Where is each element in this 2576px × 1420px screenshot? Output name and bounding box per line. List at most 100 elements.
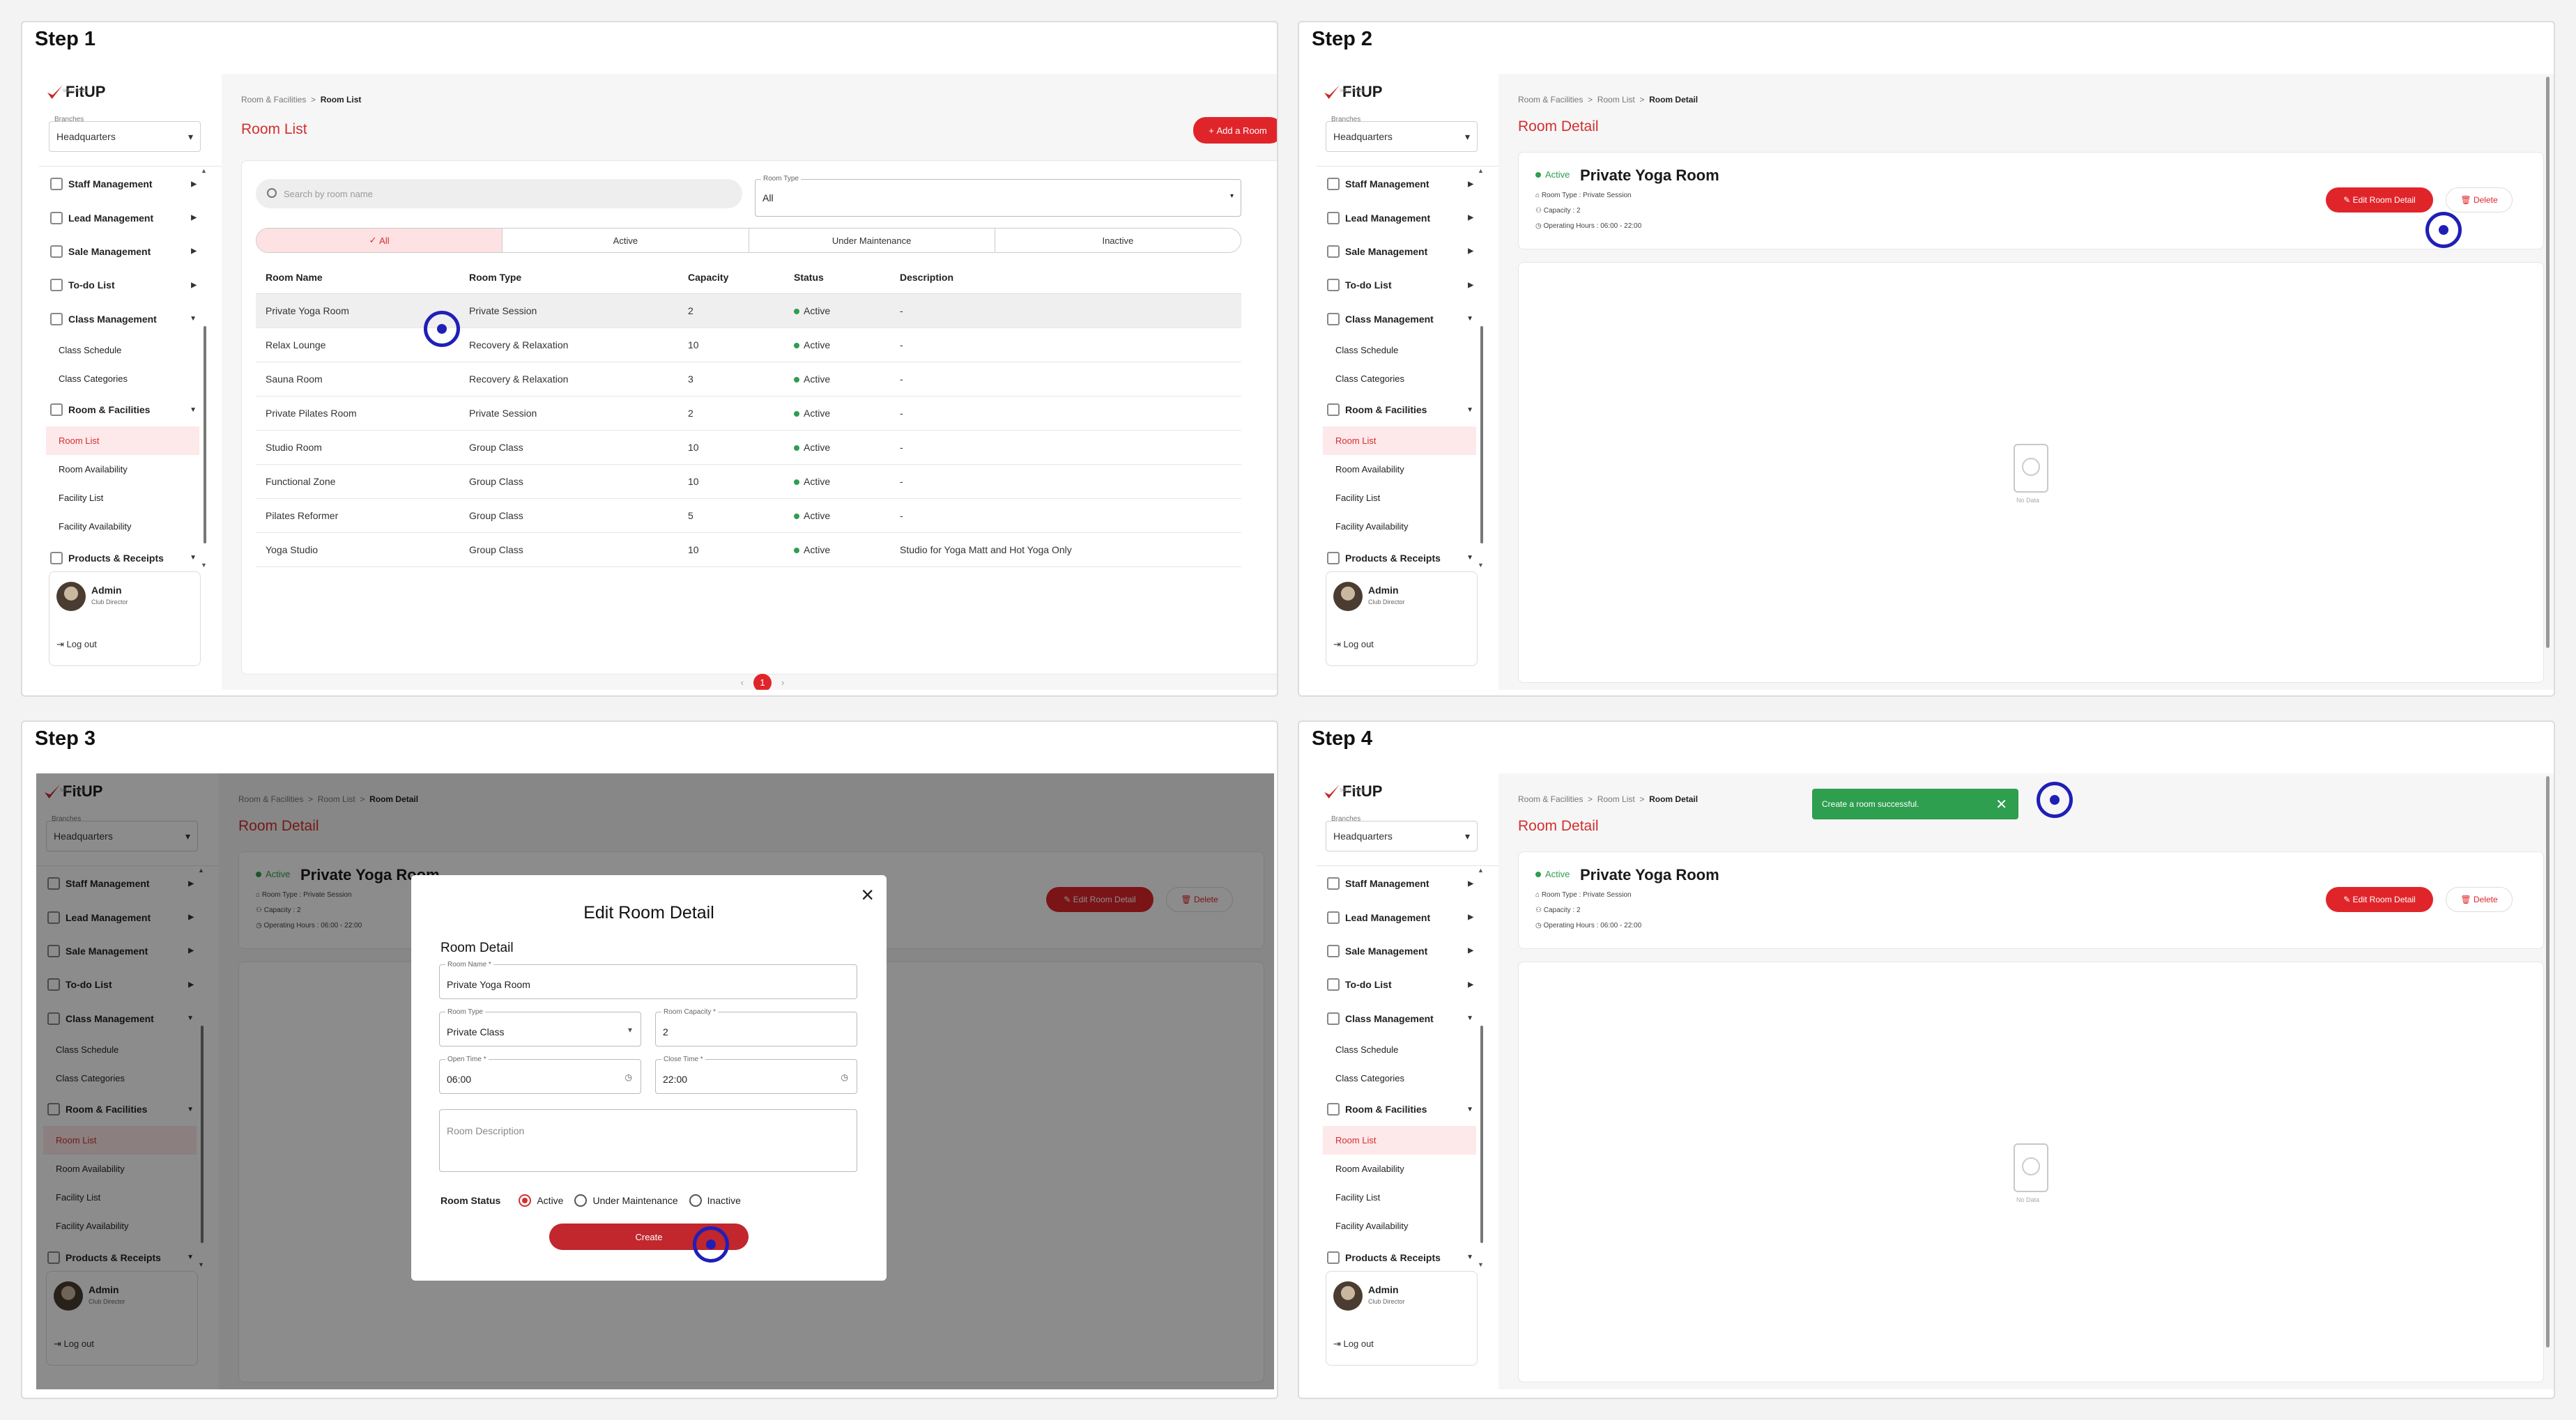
table-row[interactable]: Sauna Room Recovery & Relaxation 3 Active - (256, 362, 1241, 396)
delete-button[interactable]: 🗑 Delete (2446, 887, 2513, 912)
nav-facility-availability[interactable]: Facility Availability (39, 512, 206, 541)
branch-select[interactable]: Headquarters ▾ (1326, 821, 1478, 851)
logout-button[interactable]: ⇥ Log out (56, 639, 97, 650)
nav-products-receipts[interactable]: Products & Receipts ▼ (1316, 541, 1483, 574)
status-active-radio[interactable] (519, 1194, 532, 1207)
nav-todo-list[interactable]: To-do List ▶ (39, 268, 206, 302)
table-cell: Private Session (459, 396, 678, 431)
open-time-field[interactable]: Open Time * 06:00 ◷ (439, 1056, 641, 1094)
nav-sale-management[interactable]: Sale Management ▶ (1316, 934, 1483, 968)
caret-right-icon: ▶ (1468, 947, 1473, 955)
room-description-field[interactable]: Room Description (439, 1109, 857, 1172)
nav-class-schedule[interactable]: Class Schedule (1316, 336, 1483, 364)
nav-lead-management[interactable]: Lead Management ▶ (39, 201, 206, 234)
nav-todo-list[interactable]: To-do List ▶ (1316, 968, 1483, 1001)
nav-staff-management[interactable]: Staff Management ▶ (1316, 167, 1483, 201)
branch-select[interactable]: Headquarters ▾ (49, 121, 201, 152)
main-scrollbar[interactable] (2546, 77, 2550, 648)
nav-products-receipts[interactable]: Products & Receipts ▼ (39, 541, 206, 574)
nav-room-list[interactable]: Room List (1323, 426, 1476, 456)
nav-class-management[interactable]: Class Management ▼ (39, 302, 206, 336)
table-row[interactable]: Studio Room Group Class 10 Active - (256, 430, 1241, 465)
nav-facility-list[interactable]: Facility List (1316, 484, 1483, 512)
status-maintenance-radio[interactable] (574, 1194, 588, 1207)
table-row[interactable]: Private Yoga Room Private Session 2 Active - (256, 293, 1241, 328)
room-name-field[interactable]: Room Name * Private Yoga Room (439, 961, 857, 999)
nav-class-schedule[interactable]: Class Schedule (39, 336, 206, 364)
nav-class-categories[interactable]: Class Categories (1316, 364, 1483, 393)
profile-role: Club Director (1368, 1298, 1405, 1305)
nav-room-availability[interactable]: Room Availability (1316, 455, 1483, 484)
nav-room-list[interactable]: Room List (1323, 1126, 1476, 1155)
close-time-field[interactable]: Close Time * 22:00 ◷ (655, 1056, 857, 1094)
close-icon[interactable]: × (861, 882, 874, 908)
sidebar-scrollbar[interactable] (1480, 1026, 1483, 1243)
page-number[interactable]: 1 (753, 674, 772, 690)
profile-role: Club Director (1368, 599, 1405, 605)
sidebar-scrollbar[interactable] (204, 326, 206, 543)
table-row[interactable]: Relax Lounge Recovery & Relaxation 10 Activ… (256, 327, 1241, 362)
add-room-button[interactable]: + Add a Room (1193, 117, 1277, 144)
nav-room-availability[interactable]: Room Availability (39, 455, 206, 484)
logout-button[interactable]: ⇥ Log out (1333, 639, 1374, 650)
nav-room-availability[interactable]: Room Availability (1316, 1155, 1483, 1183)
scroll-down-icon[interactable]: ▼ (1478, 1261, 1484, 1268)
nav-sale-management[interactable]: Sale Management ▶ (1316, 235, 1483, 268)
scroll-up-icon[interactable]: ▲ (1478, 867, 1484, 874)
room-type-select[interactable]: Room Type All ▾ (755, 175, 1241, 217)
nav-room-facilities[interactable]: Room & Facilities ▼ (1316, 393, 1483, 426)
room-icon (1327, 403, 1340, 417)
table-row[interactable]: Private Pilates Room Private Session 2 Acti… (256, 396, 1241, 431)
screenshot: FitUP SOLUTIONS Branches Headquarters ▾ S… (39, 74, 1277, 690)
tab-active[interactable]: Active (503, 229, 749, 252)
nav-lead-management[interactable]: Lead Management ▶ (1316, 900, 1483, 934)
tab-all[interactable]: ✓ All (256, 229, 503, 252)
logout-button[interactable]: ⇥ Log out (1333, 1338, 1374, 1350)
search-input[interactable]: Search by room name (256, 179, 742, 208)
tab-under-maintenance[interactable]: Under Maintenance (749, 229, 995, 252)
scroll-up-icon[interactable]: ▲ (201, 167, 207, 174)
nav-room-facilities[interactable]: Room & Facilities ▼ (39, 393, 206, 426)
nav-lead-management[interactable]: Lead Management ▶ (1316, 201, 1483, 234)
branch-select[interactable]: Headquarters ▾ (1326, 121, 1478, 152)
main-scrollbar[interactable] (2546, 776, 2550, 1348)
close-icon[interactable]: ✕ (1995, 796, 2007, 813)
nav-class-management[interactable]: Class Management ▼ (1316, 1002, 1483, 1035)
nav-class-categories[interactable]: Class Categories (1316, 1064, 1483, 1093)
edit-room-detail-button[interactable]: ✎ Edit Room Detail (2326, 887, 2433, 912)
nav-facility-list[interactable]: Facility List (39, 484, 206, 512)
table-row[interactable]: Pilates Reformer Group Class 5 Active - (256, 498, 1241, 533)
nav-staff-management[interactable]: Staff Management ▶ (1316, 867, 1483, 900)
scroll-down-icon[interactable]: ▼ (201, 562, 207, 569)
next-page-icon[interactable]: › (781, 677, 784, 688)
nav-class-categories[interactable]: Class Categories (39, 364, 206, 393)
nav-class-management[interactable]: Class Management ▼ (1316, 302, 1483, 336)
edit-room-detail-button[interactable]: ✎ Edit Room Detail (2326, 187, 2433, 213)
nav-sale-management[interactable]: Sale Management ▶ (39, 235, 206, 268)
status-inactive-radio[interactable] (689, 1194, 702, 1207)
sidebar-scrollbar[interactable] (1480, 326, 1483, 543)
table-row[interactable]: Yoga Studio Group Class 10 Active Studio for… (256, 532, 1241, 567)
nav-staff-management[interactable]: Staff Management ▶ (39, 167, 206, 201)
trash-icon: 🗑 (2460, 195, 2471, 205)
scroll-up-icon[interactable]: ▲ (1478, 167, 1484, 174)
scroll-down-icon[interactable]: ▼ (1478, 562, 1484, 569)
room-capacity-field[interactable]: Room Capacity * 2 (655, 1008, 857, 1047)
tab-inactive[interactable]: Inactive (995, 229, 1241, 252)
nav-facility-availability[interactable]: Facility Availability (1316, 512, 1483, 541)
nav-products-receipts[interactable]: Products & Receipts ▼ (1316, 1240, 1483, 1274)
nav-facility-availability[interactable]: Facility Availability (1316, 1212, 1483, 1240)
room-status-group: Room Status Active Under Maintenance Ina… (440, 1194, 741, 1207)
nav-todo-list[interactable]: To-do List ▶ (1316, 268, 1483, 302)
nav-facility-list[interactable]: Facility List (1316, 1183, 1483, 1212)
delete-button[interactable]: 🗑 Delete (2446, 187, 2513, 213)
prev-page-icon[interactable]: ‹ (741, 677, 744, 688)
table-row[interactable]: Functional Zone Group Class 10 Active - (256, 464, 1241, 499)
caret-right-icon: ▶ (1468, 180, 1473, 188)
todo-icon (1327, 279, 1340, 292)
nav-class-schedule[interactable]: Class Schedule (1316, 1035, 1483, 1064)
lead-icon (50, 211, 63, 224)
nav-room-list[interactable]: Room List (46, 426, 199, 456)
room-type-select[interactable]: Room Type Private Class ▾ (439, 1008, 641, 1047)
nav-room-facilities[interactable]: Room & Facilities ▼ (1316, 1093, 1483, 1126)
